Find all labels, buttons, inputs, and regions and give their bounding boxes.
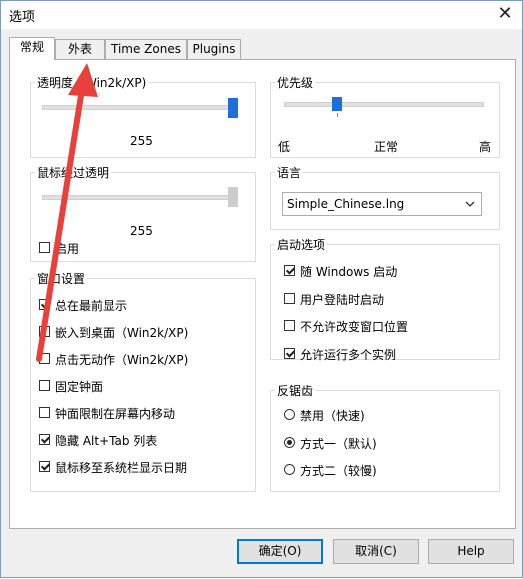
window-title: 选项 [9,10,36,25]
hover-transparency-legend: 鼠标经过透明 [37,166,110,180]
window-setting-label: 嵌入到桌面（Win2k/XP) [55,326,189,340]
tab-panel-general: 透明度（Win2k/XP) 255 鼠标经过透明 255 启用 窗口设置 优先级… [9,59,516,529]
antialias-option-label: 方式二（较慢) [300,464,377,478]
priority-high-label: 高 [479,140,492,154]
window-setting-checkbox[interactable] [39,299,50,310]
chevron-down-icon [465,201,475,207]
window-setting-checkbox[interactable] [39,380,50,391]
window-setting-label: 总在最前显示 [55,299,128,313]
help-button[interactable]: Help [428,539,514,564]
window-setting-checkbox[interactable] [39,461,50,472]
startup-option-label: 不允许改变窗口位置 [300,320,409,334]
window-setting-checkbox[interactable] [39,326,50,337]
close-icon[interactable]: ✕ [488,1,522,29]
priority-slider-thumb[interactable] [331,97,342,111]
window-setting-label: 鼠标移至系统栏显示日期 [55,461,188,475]
priority-legend: 优先级 [277,76,314,90]
hover-slider-thumb[interactable] [228,187,238,207]
window-setting-label: 点击无动作（Win2k/XP) [55,353,189,367]
language-legend: 语言 [277,166,302,180]
window-setting-checkbox[interactable] [39,434,50,445]
antialias-option-radio[interactable] [284,464,295,475]
startup-option-label: 用户登陆时启动 [300,292,385,307]
tab-strip: 常规 外表 Time Zones Plugins [9,37,516,60]
transparency-legend: 透明度（Win2k/XP) [37,76,147,90]
title-bar: 选项 ✕ [1,1,522,29]
hover-value: 255 [130,224,153,238]
startup-option-label: 允许运行多个实例 [300,347,397,362]
language-select[interactable]: Simple_Chinese.lng [282,192,482,216]
transparency-value: 255 [130,134,153,148]
transparency-slider-thumb[interactable] [228,98,238,118]
antialias-option-radio[interactable] [284,436,295,448]
window-setting-label: 钟面限制在屏幕内移动 [55,407,176,421]
language-selected-value: Simple_Chinese.lng [287,197,405,211]
window-setting-checkbox[interactable] [39,353,50,364]
window-setting-label: 固定钟面 [55,380,104,394]
window-setting-label: 隐藏 Alt+Tab 列表 [55,434,158,448]
antialias-option-label: 禁用（快速) [300,409,365,423]
tab-general[interactable]: 常规 [9,37,55,60]
antialias-option-radio[interactable] [284,409,295,420]
options-dialog: 选项 ✕ 常规 外表 Time Zones Plugins 透明度（Win2k/… [0,0,523,578]
enable-label: 启用 [55,242,80,256]
startup-option-checkbox[interactable] [284,265,295,276]
startup-option-label: 随 Windows 启动 [300,265,398,279]
tab-appearance[interactable]: 外表 [55,39,105,59]
transparency-slider-track[interactable] [42,105,236,110]
cancel-button[interactable]: 取消(C) [333,539,419,564]
antialias-option-label: 方式一（默认) [300,436,377,451]
startup-option-checkbox[interactable] [284,347,295,359]
window-settings-legend: 窗口设置 [37,272,86,286]
priority-normal-label: 正常 [374,140,399,154]
antialias-legend: 反锯齿 [277,384,314,398]
startup-option-checkbox[interactable] [284,320,295,331]
startup-legend: 启动选项 [277,238,326,252]
priority-low-label: 低 [278,140,291,154]
enable-checkbox[interactable] [39,242,50,253]
hover-slider-track[interactable] [42,195,236,200]
tab-time-zones[interactable]: Time Zones [105,39,187,59]
ok-button[interactable]: 确定(O) [237,539,323,564]
tab-plugins[interactable]: Plugins [187,39,241,59]
priority-slider-track[interactable] [284,102,484,107]
window-setting-checkbox[interactable] [39,407,50,418]
priority-tick [337,113,338,117]
startup-option-checkbox[interactable] [284,292,295,304]
